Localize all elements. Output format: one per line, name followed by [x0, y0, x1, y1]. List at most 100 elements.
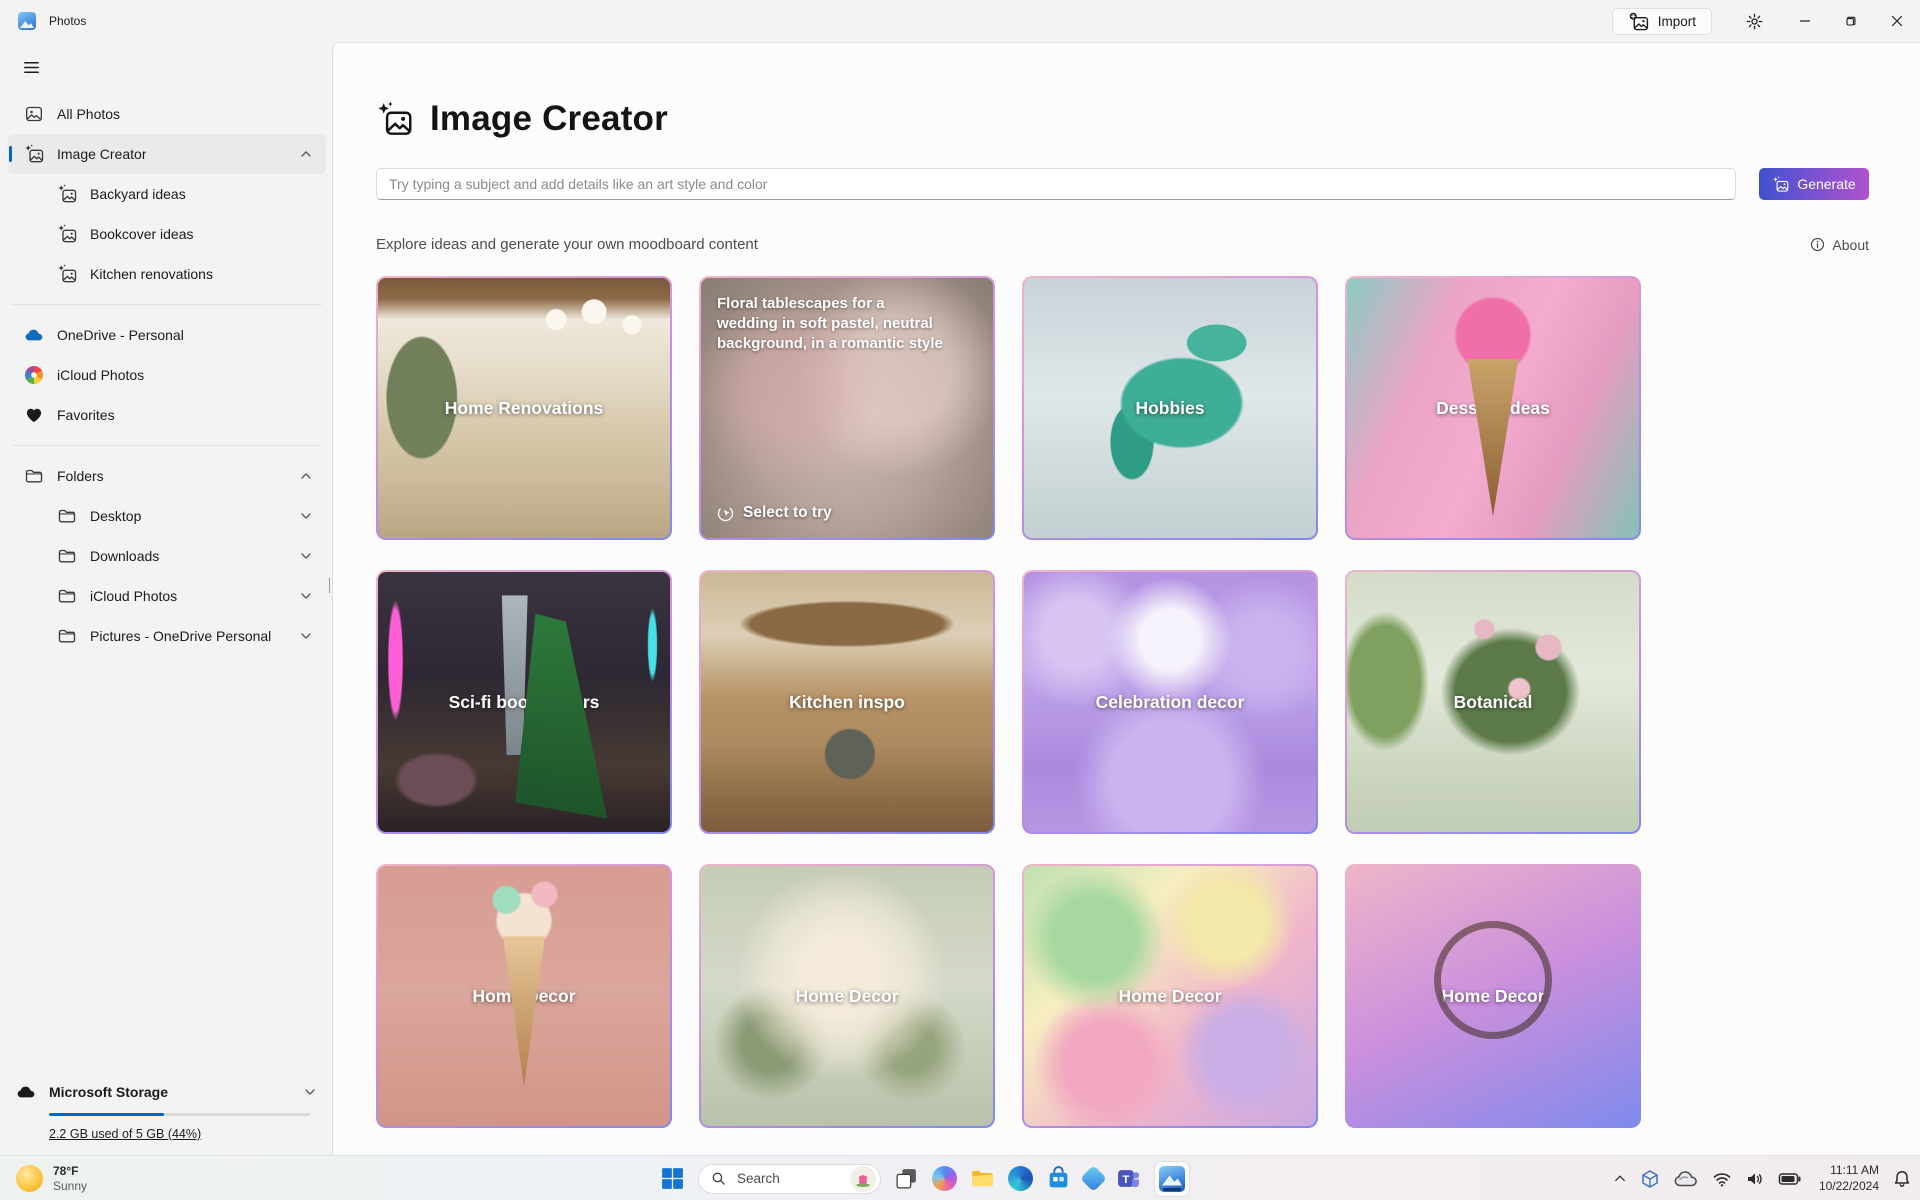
card-kitchen-inspo[interactable]: Kitchen inspo [699, 570, 995, 834]
notifications-bell-icon[interactable] [1892, 1169, 1912, 1189]
clock-time: 11:11 AM [1830, 1162, 1879, 1177]
sidebar: All Photos Image Creator Backyard ideas … [0, 42, 332, 1155]
card-image: Home Decor [701, 866, 993, 1126]
about-link[interactable]: About [1810, 237, 1869, 253]
sidebar-item-favorites[interactable]: Favorites [8, 395, 326, 435]
card-image: Floral tablescapes for a wedding in soft… [701, 278, 993, 538]
sidebar-item-pictures-onedrive[interactable]: Pictures - OneDrive Personal [8, 616, 326, 656]
card-image: Botanical [1347, 572, 1639, 832]
card-image: Home Renovations [378, 278, 670, 538]
designer-button[interactable] [1080, 1165, 1107, 1192]
wifi-icon[interactable] [1712, 1169, 1732, 1189]
card-home-decor-4[interactable]: Home Decor [1345, 864, 1641, 1128]
onedrive-tray-icon[interactable] [1673, 1166, 1699, 1192]
card-label: Celebration decor [1095, 691, 1245, 712]
storage-header[interactable]: Microsoft Storage [16, 1082, 316, 1102]
minimize-button[interactable] [1782, 0, 1828, 42]
gear-icon [1745, 12, 1764, 31]
task-view-button[interactable] [894, 1166, 919, 1191]
card-home-renovations[interactable]: Home Renovations [376, 276, 672, 540]
microsoft-storage-section: Microsoft Storage 2.2 GB used of 5 GB (4… [6, 1082, 328, 1143]
sidebar-item-folders[interactable]: Folders [8, 456, 326, 496]
import-button[interactable]: Import [1611, 7, 1712, 35]
sidebar-item-bookcover-ideas[interactable]: Bookcover ideas [8, 214, 326, 254]
microsoft-store-button[interactable] [1046, 1166, 1071, 1191]
card-home-decor-3[interactable]: Home Decor [1022, 864, 1318, 1128]
sidebar-item-label: Folders [57, 468, 104, 484]
close-button[interactable] [1874, 0, 1920, 42]
card-botanical[interactable]: Botanical [1345, 570, 1641, 834]
search-highlight-image [850, 1165, 876, 1192]
card-label: Home Decor [472, 985, 576, 1006]
app-title: Photos [49, 14, 87, 28]
card-home-decor-1[interactable]: Home Decor [376, 864, 672, 1128]
restore-button[interactable] [1828, 0, 1874, 42]
card-label: Home Renovations [444, 397, 604, 418]
card-label: Home Decor [1118, 985, 1222, 1006]
image-sparkle-icon [24, 144, 44, 164]
storage-usage-link[interactable]: 2.2 GB used of 5 GB (44%) [49, 1127, 201, 1141]
icloud-photos-icon [25, 366, 43, 384]
weather-widget[interactable]: 78°F Sunny [10, 1156, 93, 1200]
sidebar-item-icloud-photos[interactable]: iCloud Photos [8, 355, 326, 395]
sidebar-item-downloads[interactable]: Downloads [8, 536, 326, 576]
sidebar-item-label: Backyard ideas [90, 186, 186, 202]
lotus-icon [853, 1169, 873, 1189]
clock[interactable]: 11:11 AM 10/22/2024 [1819, 1163, 1879, 1194]
moodboard-grid: Home Renovations Floral tablescapes for … [376, 276, 1869, 1128]
card-hobbies[interactable]: Hobbies [1022, 276, 1318, 540]
sidebar-item-all-photos[interactable]: All Photos [8, 94, 326, 134]
prompt-row: Generate [376, 168, 1869, 200]
hamburger-menu-button[interactable] [12, 50, 50, 84]
card-image: Kitchen inspo [701, 572, 993, 832]
teams-button[interactable] [1116, 1166, 1141, 1191]
clock-date: 10/22/2024 [1818, 1178, 1879, 1193]
settings-button[interactable] [1734, 3, 1774, 39]
sidebar-item-icloud-photos-folder[interactable]: iCloud Photos [8, 576, 326, 616]
card-label: Dessert ideas [1436, 397, 1550, 418]
card-image: Hobbies [1024, 278, 1316, 538]
sidebar-nav: All Photos Image Creator Backyard ideas … [6, 94, 328, 656]
chevron-down-icon [300, 590, 312, 602]
start-button[interactable] [660, 1166, 685, 1191]
weather-condition: Sunny [53, 1178, 88, 1193]
storage-progress-bar [49, 1113, 310, 1116]
sidebar-item-onedrive-personal[interactable]: OneDrive - Personal [8, 315, 326, 355]
tray-3d-app-icon[interactable] [1640, 1169, 1660, 1189]
photos-icon [1159, 1165, 1185, 1192]
copilot-button[interactable] [932, 1166, 957, 1191]
sidebar-item-backyard-ideas[interactable]: Backyard ideas [8, 174, 326, 214]
sidebar-item-desktop[interactable]: Desktop [8, 496, 326, 536]
card-floral-prompt[interactable]: Floral tablescapes for a wedding in soft… [699, 276, 995, 540]
folder-icon [57, 546, 77, 566]
generate-sparkle-icon [1772, 176, 1789, 193]
card-image: Home Decor [1024, 866, 1316, 1126]
sidebar-item-kitchen-renovations[interactable]: Kitchen renovations [8, 254, 326, 294]
edge-button[interactable] [1008, 1166, 1033, 1191]
taskbar-search[interactable] [698, 1163, 881, 1194]
card-prompt-text: Floral tablescapes for a wedding in soft… [717, 295, 943, 352]
select-to-try: Select to try [717, 504, 977, 522]
photos-taskbar-button[interactable] [1154, 1160, 1190, 1197]
file-explorer-button[interactable] [970, 1166, 995, 1191]
generate-button[interactable]: Generate [1759, 168, 1869, 200]
tray-chevron-up[interactable] [1613, 1172, 1627, 1186]
card-dessert-ideas[interactable]: Dessert ideas [1345, 276, 1641, 540]
photo-icon [24, 104, 44, 124]
chevron-down-icon [304, 1086, 316, 1098]
prompt-input[interactable] [376, 168, 1736, 200]
battery-icon[interactable] [1778, 1169, 1802, 1189]
image-sparkle-icon [57, 264, 77, 284]
sidebar-item-image-creator[interactable]: Image Creator [8, 134, 326, 174]
card-celebration-decor[interactable]: Celebration decor [1022, 570, 1318, 834]
card-scifi-book-covers[interactable]: Sci-fi book covers [376, 570, 672, 834]
search-input[interactable] [735, 1170, 841, 1187]
volume-icon[interactable] [1745, 1169, 1765, 1189]
minimize-icon [1799, 15, 1811, 27]
folder-icon [57, 586, 77, 606]
card-home-decor-2[interactable]: Home Decor [699, 864, 995, 1128]
sidebar-item-label: Desktop [90, 508, 142, 524]
storage-title: Microsoft Storage [49, 1084, 169, 1100]
titlebar: Photos Import [0, 0, 1920, 42]
image-sparkle-icon [57, 224, 77, 244]
